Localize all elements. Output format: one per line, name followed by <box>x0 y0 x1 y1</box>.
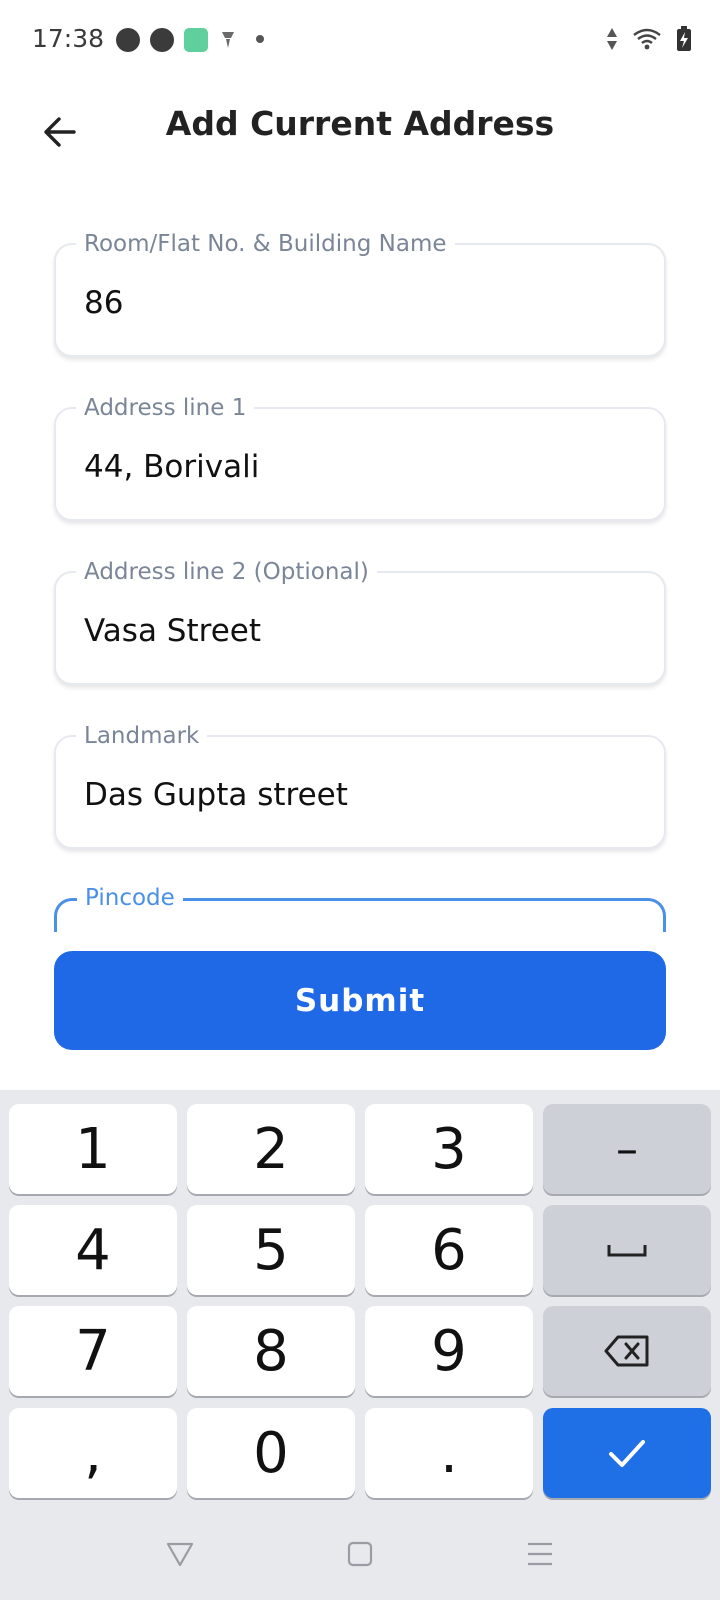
space-icon <box>607 1245 647 1257</box>
address-line-1-label: Address line 1 <box>76 395 255 421</box>
address-line-1-value: 44, Borivali <box>84 449 260 485</box>
landmark-label: Landmark <box>76 723 208 749</box>
chat-icon <box>150 28 174 52</box>
address-line-2-field[interactable]: Address line 2 (Optional) Vasa Street <box>54 559 666 685</box>
key-period[interactable]: . <box>365 1408 533 1498</box>
address-line-2-label: Address line 2 (Optional) <box>76 559 377 585</box>
key-dash[interactable]: – <box>543 1104 711 1194</box>
nav-back-button[interactable] <box>158 1532 202 1576</box>
home-square-icon <box>347 1541 373 1567</box>
pincode-label: Pincode <box>77 885 183 911</box>
key-5[interactable]: 5 <box>187 1205 355 1295</box>
system-nav-bar <box>0 1508 720 1600</box>
address-line-1-field[interactable]: Address line 1 44, Borivali <box>54 395 666 521</box>
room-building-field[interactable]: Room/Flat No. & Building Name 86 <box>54 231 666 357</box>
room-building-value: 86 <box>84 285 124 321</box>
pincode-field[interactable]: Pincode <box>54 885 666 932</box>
battery-charging-icon <box>676 26 692 57</box>
key-space[interactable] <box>543 1205 711 1295</box>
key-3[interactable]: 3 <box>365 1104 533 1194</box>
nav-menu-button[interactable] <box>518 1532 562 1576</box>
key-7[interactable]: 7 <box>9 1306 177 1396</box>
key-9[interactable]: 9 <box>365 1306 533 1396</box>
room-building-label: Room/Flat No. & Building Name <box>76 231 455 257</box>
key-0[interactable]: 0 <box>187 1408 355 1498</box>
backspace-icon <box>604 1335 649 1367</box>
key-backspace[interactable] <box>543 1306 711 1396</box>
key-2[interactable]: 2 <box>187 1104 355 1194</box>
status-time: 17:38 <box>32 24 105 53</box>
back-triangle-icon <box>166 1542 194 1567</box>
dot-icon <box>256 35 264 43</box>
key-4[interactable]: 4 <box>9 1205 177 1295</box>
key-comma[interactable]: , <box>9 1408 177 1498</box>
key-6[interactable]: 6 <box>365 1205 533 1295</box>
landmark-value: Das Gupta street <box>84 777 348 813</box>
menu-lines-icon <box>528 1542 552 1566</box>
nav-home-button[interactable] <box>338 1532 382 1576</box>
data-arrows-icon <box>606 26 618 57</box>
address-line-2-value: Vasa Street <box>84 613 261 649</box>
wifi-icon <box>632 27 662 56</box>
done-check-icon <box>609 1440 645 1467</box>
app-icon <box>116 28 140 52</box>
submit-button[interactable]: Submit <box>54 951 666 1050</box>
key-8[interactable]: 8 <box>187 1306 355 1396</box>
status-bar: 17:38 <box>0 0 720 80</box>
vpn-icon <box>220 30 236 50</box>
landmark-field[interactable]: Landmark Das Gupta street <box>54 723 666 849</box>
key-done[interactable] <box>543 1408 711 1498</box>
app-green-icon <box>184 28 208 52</box>
page-title: Add Current Address <box>165 104 555 143</box>
key-1[interactable]: 1 <box>9 1104 177 1194</box>
